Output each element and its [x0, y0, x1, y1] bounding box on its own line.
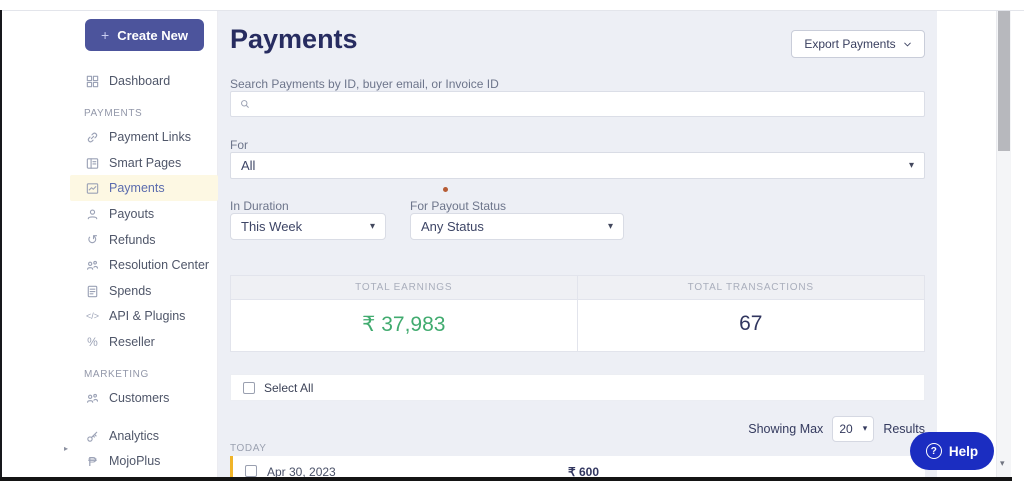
select-all-bar: Select All — [230, 374, 925, 401]
sidebar-item-label: Payouts — [109, 207, 154, 221]
link-icon — [85, 130, 100, 145]
sidebar-item-analytics[interactable]: Analytics — [85, 426, 159, 446]
window-bottom-edge — [0, 477, 1012, 481]
showing-max-label: Showing Max — [748, 422, 823, 436]
sidebar-item-label: Dashboard — [109, 74, 170, 88]
question-mark-icon: ? — [926, 443, 942, 459]
refund-icon: ↺ — [85, 232, 100, 248]
marketing-section-label: MARKETING — [84, 369, 149, 380]
results-count-select[interactable]: 20 ▾ — [832, 416, 874, 442]
group-label-today: TODAY — [230, 443, 267, 454]
sidebar-item-resolution-center[interactable]: Resolution Center — [85, 255, 209, 275]
payments-section-label: PAYMENTS — [84, 108, 142, 119]
sidebar-item-payouts[interactable]: Payouts — [85, 204, 154, 224]
payment-row-partial[interactable]: Apr 30, 2023 ₹ 600 — [230, 456, 925, 478]
results-count-value: 20 — [839, 422, 852, 436]
sidebar-item-dashboard[interactable]: Dashboard — [85, 71, 170, 91]
payout-status-select[interactable]: Any Status ▾ — [410, 213, 624, 240]
percent-icon: % — [85, 335, 100, 349]
mojoplus-icon: ₱ — [85, 454, 100, 469]
select-all-label: Select All — [264, 381, 313, 395]
for-label: For — [230, 138, 248, 152]
create-new-label: Create New — [117, 28, 188, 43]
search-box — [230, 91, 925, 117]
sidebar-item-label: API & Plugins — [109, 309, 185, 323]
sidebar-item-label: Spends — [109, 284, 151, 298]
caret-down-icon: ▾ — [370, 221, 375, 232]
people-icon — [85, 258, 100, 273]
plus-icon: + — [101, 27, 109, 43]
sidebar-item-label: Smart Pages — [109, 156, 181, 170]
expand-caret-icon[interactable]: ▸ — [64, 444, 68, 453]
payout-icon — [85, 207, 100, 222]
dashboard-grid-icon — [85, 74, 100, 89]
showing-max-row: Showing Max 20 ▾ Results — [660, 415, 925, 442]
window-left-edge — [0, 10, 2, 481]
sidebar-item-payment-links[interactable]: Payment Links — [85, 127, 191, 147]
row-checkbox[interactable] — [245, 465, 257, 477]
sidebar-item-payments[interactable]: Payments — [85, 178, 165, 198]
sidebar-item-api-plugins[interactable]: </> API & Plugins — [85, 306, 185, 326]
sidebar-item-smart-pages[interactable]: Smart Pages — [85, 153, 181, 173]
total-earnings-value: ₹ 37,983 — [231, 300, 578, 351]
sidebar-item-label: Customers — [109, 391, 169, 405]
help-label: Help — [949, 444, 978, 459]
select-all-checkbox[interactable] — [243, 382, 255, 394]
customers-icon — [85, 391, 100, 406]
sidebar-item-mojoplus[interactable]: ₱ MojoPlus — [85, 451, 160, 471]
sidebar-item-label: Payments — [109, 181, 165, 195]
sidebar-item-label: Payment Links — [109, 130, 191, 144]
help-button[interactable]: ? Help — [910, 432, 994, 470]
sidebar-item-label: Refunds — [109, 233, 156, 247]
scroll-down-arrow-icon[interactable]: ▾ — [1000, 458, 1005, 469]
duration-label: In Duration — [230, 199, 289, 213]
sidebar-item-customers[interactable]: Customers — [85, 388, 169, 408]
chart-icon — [85, 181, 100, 196]
chevron-down-icon — [903, 40, 912, 49]
sidebar: + Create New Dashboard PAYMENTS Payment … — [2, 11, 218, 481]
summary-table: TOTAL EARNINGS TOTAL TRANSACTIONS ₹ 37,9… — [230, 275, 925, 352]
duration-select-value: This Week — [241, 219, 302, 234]
sidebar-item-refunds[interactable]: ↺ Refunds — [85, 230, 156, 250]
for-select-value: All — [241, 158, 255, 173]
caret-down-icon: ▾ — [863, 423, 868, 434]
total-transactions-value: 67 — [578, 300, 925, 351]
for-select[interactable]: All ▾ — [230, 152, 925, 179]
create-new-button[interactable]: + Create New — [85, 19, 204, 51]
sidebar-item-spends[interactable]: Spends — [85, 281, 151, 301]
search-label: Search Payments by ID, buyer email, or I… — [230, 77, 499, 91]
pages-icon — [85, 156, 100, 171]
caret-down-icon: ▾ — [608, 221, 613, 232]
key-icon — [85, 429, 100, 444]
total-earnings-header: TOTAL EARNINGS — [231, 276, 578, 299]
search-input[interactable] — [257, 92, 924, 116]
document-icon — [85, 284, 100, 299]
results-label: Results — [883, 422, 925, 436]
search-icon — [239, 98, 251, 110]
sidebar-item-reseller[interactable]: % Reseller — [85, 332, 155, 352]
scrollbar-thumb[interactable] — [998, 11, 1010, 151]
top-strip — [0, 0, 1024, 11]
export-payments-label: Export Payments — [804, 37, 895, 51]
export-payments-button[interactable]: Export Payments — [791, 30, 925, 58]
sidebar-item-label: Analytics — [109, 429, 159, 443]
caret-down-icon: ▾ — [909, 160, 914, 171]
payout-status-label: For Payout Status — [410, 199, 506, 213]
payout-status-select-value: Any Status — [421, 219, 484, 234]
total-transactions-header: TOTAL TRANSACTIONS — [578, 276, 925, 299]
sidebar-item-label: Resolution Center — [109, 258, 209, 272]
code-icon: </> — [85, 311, 100, 321]
app-window: + Create New Dashboard PAYMENTS Payment … — [0, 0, 1024, 481]
page-title: Payments — [230, 24, 358, 55]
duration-select[interactable]: This Week ▾ — [230, 213, 386, 240]
cursor-dot — [443, 187, 448, 192]
sidebar-item-label: MojoPlus — [109, 454, 160, 468]
sidebar-item-label: Reseller — [109, 335, 155, 349]
